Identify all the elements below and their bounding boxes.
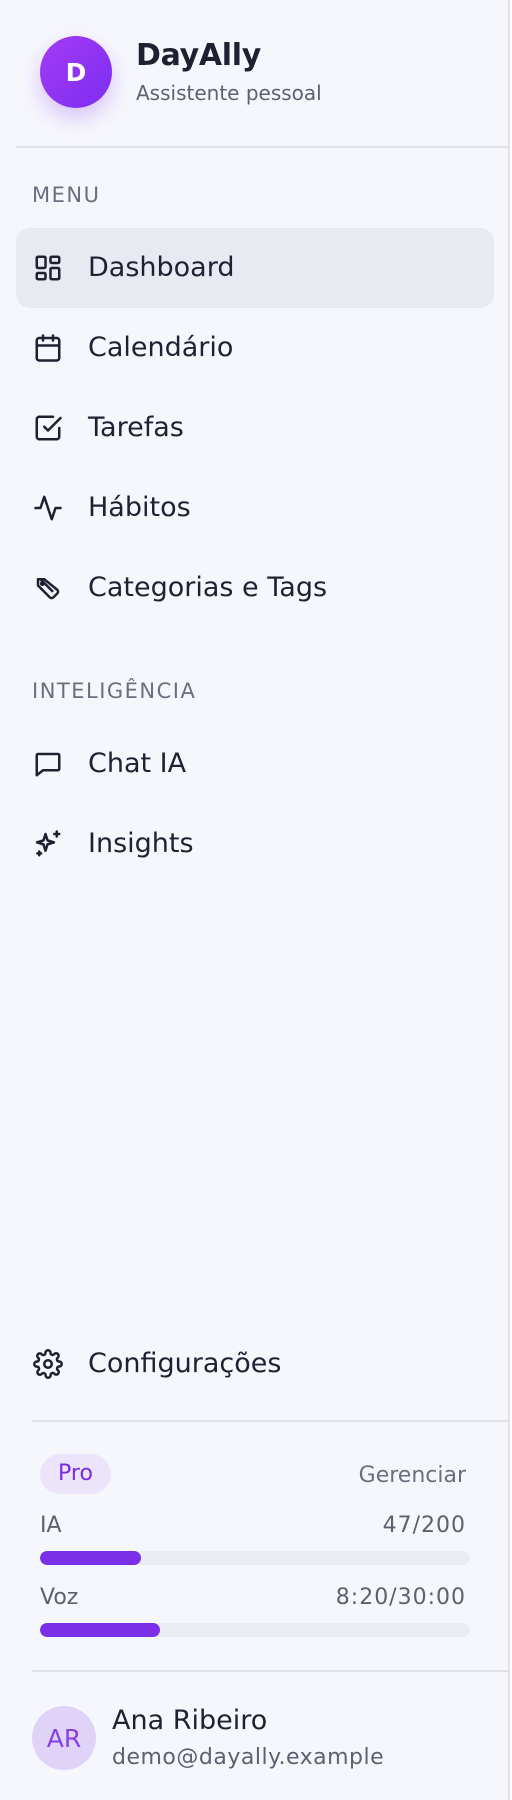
brand-text: DayAlly Assistente pessoal — [136, 38, 322, 106]
tag-icon — [32, 572, 64, 604]
nav-item-insights[interactable]: Insights — [16, 804, 494, 884]
user-text: Ana Ribeiro demo@dayally.example — [112, 1704, 384, 1772]
nav-label: Hábitos — [88, 492, 191, 523]
section-label-intelligence: INTELIGÊNCIA — [32, 679, 197, 703]
nav-label: Dashboard — [88, 252, 235, 283]
plan-badge: Pro — [40, 1454, 111, 1494]
nav-item-settings[interactable]: Configurações — [16, 1324, 494, 1404]
divider — [32, 1420, 510, 1422]
divider — [16, 146, 510, 148]
sidebar: D DayAlly Assistente pessoal MENU Dashbo… — [0, 0, 510, 1800]
usage-fill-voice — [40, 1623, 160, 1637]
usage-bar-ia — [40, 1551, 470, 1565]
checkbox-icon — [32, 412, 64, 444]
sparkles-icon — [32, 828, 64, 860]
brand-name: DayAlly — [136, 38, 262, 73]
nav-item-dashboard[interactable]: Dashboard — [16, 228, 494, 308]
usage-bar-voice — [40, 1623, 470, 1637]
usage-label-voice: Voz — [40, 1585, 79, 1610]
section-label-menu: MENU — [32, 183, 101, 207]
user-profile[interactable]: AR Ana Ribeiro demo@dayally.example — [32, 1704, 384, 1772]
usage-label-ia: IA — [40, 1513, 62, 1538]
avatar: AR — [32, 1706, 96, 1770]
brand-logo: D — [40, 36, 112, 108]
nav-label: Tarefas — [88, 412, 184, 443]
brand[interactable]: D DayAlly Assistente pessoal — [40, 36, 322, 108]
nav-label: Insights — [88, 828, 194, 859]
dashboard-icon — [32, 252, 64, 284]
nav-item-tasks[interactable]: Tarefas — [16, 388, 494, 468]
calendar-icon — [32, 332, 64, 364]
nav-label: Chat IA — [88, 748, 187, 779]
usage-fill-ia — [40, 1551, 142, 1565]
activity-icon — [32, 492, 64, 524]
nav-item-habits[interactable]: Hábitos — [16, 468, 494, 548]
nav-item-categories-tags[interactable]: Categorias e Tags — [16, 548, 494, 628]
user-email: demo@dayally.example — [112, 1745, 385, 1770]
nav-label: Calendário — [88, 332, 234, 363]
nav-item-calendar[interactable]: Calendário — [16, 308, 494, 388]
manage-plan-link[interactable]: Gerenciar — [359, 1462, 466, 1490]
nav-label: Categorias e Tags — [88, 572, 328, 603]
divider — [32, 1670, 510, 1672]
usage-value-ia: 47/200 — [382, 1513, 466, 1538]
gear-icon — [32, 1348, 64, 1380]
user-name: Ana Ribeiro — [112, 1705, 268, 1736]
nav-item-chat-ia[interactable]: Chat IA — [16, 724, 494, 804]
chat-icon — [32, 748, 64, 780]
nav-label: Configurações — [88, 1348, 282, 1379]
brand-subtitle: Assistente pessoal — [136, 81, 322, 105]
usage-value-voice: 8:20/30:00 — [335, 1585, 466, 1610]
